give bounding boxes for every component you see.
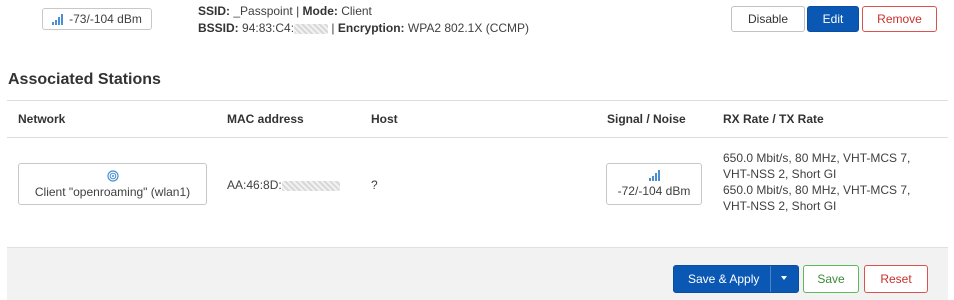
save-apply-label: Save & Apply [688,272,760,286]
bssid-value: 94:83:C4: [242,21,295,35]
signal-strength-badge: -73/-104 dBm [42,8,152,30]
split-divider [770,266,771,292]
network-badge[interactable]: Client "openroaming" (wlan1) [18,163,207,205]
signal-value: -73/-104 dBm [69,12,142,26]
save-button[interactable]: Save [803,265,859,293]
remove-button[interactable]: Remove [862,6,937,32]
section-title: Associated Stations [8,71,161,88]
mode-label: Mode: [302,4,338,18]
interface-info: SSID: _Passpoint | Mode: Client BSSID: 9… [198,4,530,35]
column-rx-tx-rate: RX Rate / TX Rate [723,112,824,126]
ssid-label: SSID: [198,4,231,18]
wifi-icon [106,169,119,182]
encryption-value: WPA2 802.1X (CCMP) [407,21,530,35]
column-host: Host [371,112,398,126]
bssid-label: BSSID: [198,21,239,35]
station-signal-badge: -72/-104 dBm [606,163,702,205]
column-mac-address: MAC address [227,112,304,126]
rx-rate-line-1: 650.0 Mbit/s, 80 MHz, VHT-MCS 7, [723,151,911,165]
table-header: Network MAC address Host Signal / Noise … [7,100,948,138]
reset-button[interactable]: Reset [864,265,928,293]
disable-button[interactable]: Disable [731,6,805,32]
redacted-mask [281,180,340,191]
network-label: Client "openroaming" (wlan1) [34,184,191,199]
mac-value: AA:46:8D: [227,178,282,192]
signal-bars-icon [648,170,660,181]
rx-rate-line-2: VHT-NSS 2, Short GI [723,167,837,181]
mac-address: AA:46:8D: [227,178,340,192]
rx-tx-rate: 650.0 Mbit/s, 80 MHz, VHT-MCS 7, VHT-NSS… [723,150,948,214]
tx-rate-line-1: 650.0 Mbit/s, 80 MHz, VHT-MCS 7, [723,183,911,197]
encryption-label: Encryption: [337,21,405,35]
column-network: Network [18,112,66,126]
station-signal-value: -72/-104 dBm [617,184,691,198]
edit-button[interactable]: Edit [807,6,859,32]
signal-bars-icon [52,13,64,25]
redacted-mask [294,23,329,34]
column-signal-noise: Signal / Noise [607,112,686,126]
host-value: ? [371,178,378,192]
ssid-value: _Passpoint [233,4,293,18]
tx-rate-line-2: VHT-NSS 2, Short GI [723,199,837,213]
chevron-down-icon[interactable] [781,276,787,280]
mode-value: Client [341,4,372,18]
